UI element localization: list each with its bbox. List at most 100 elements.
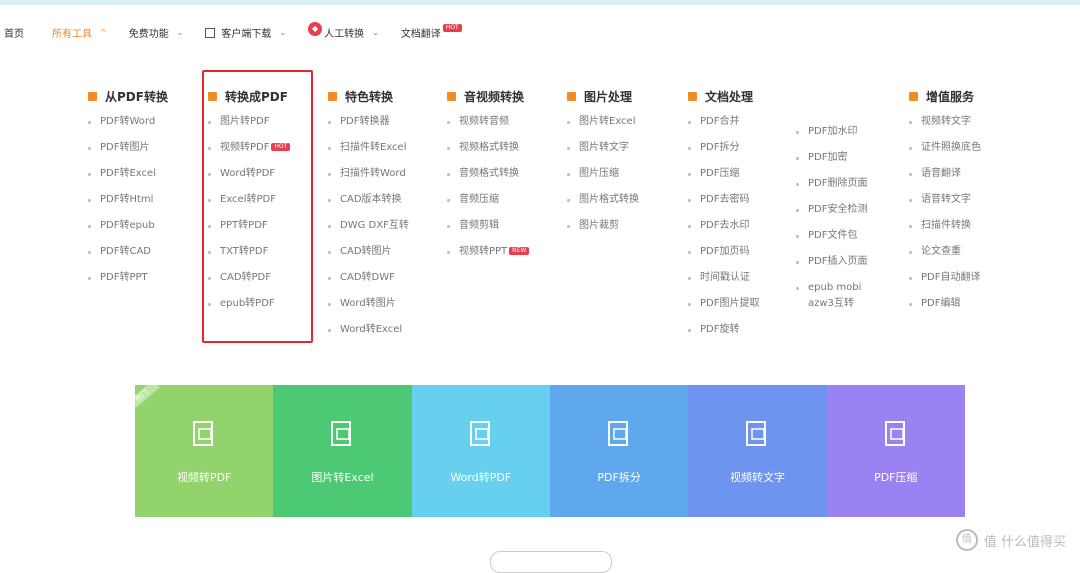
menu-item[interactable]: PDF合并 (688, 114, 759, 140)
menu-item-label: 视频转文字 (921, 116, 971, 127)
nav-home[interactable]: 首页 (4, 25, 24, 40)
menu-item[interactable]: PDF加页码 (688, 244, 759, 270)
video-icon (447, 91, 456, 101)
scroll-pill[interactable] (490, 551, 612, 573)
menu-item[interactable]: 视频转音频 (447, 114, 529, 140)
menu-item-label: DWG DXF互转 (340, 220, 409, 231)
menu-item-label: PDF插入页面 (808, 256, 868, 267)
column-title-text: 从PDF转换 (105, 89, 168, 104)
menu-item[interactable]: 语音转文字 (909, 192, 981, 218)
feature-card[interactable]: Word转PDF (411, 385, 550, 517)
menu-item[interactable]: DWG DXF互转 (328, 218, 409, 244)
menu-item[interactable]: 视频格式转换 (447, 140, 529, 166)
chevron-down-icon: ⌄ (372, 28, 379, 37)
menu-item[interactable]: PDF转Word (88, 114, 168, 140)
menu-item[interactable]: PDF插入页面 (796, 254, 868, 280)
menu-item[interactable]: PDF转换器 (328, 114, 409, 140)
menu-item[interactable]: 视频转文字 (909, 114, 981, 140)
menu-item[interactable]: 音频剪辑 (447, 218, 529, 244)
menu-item-label: CAD转图片 (340, 246, 392, 257)
nav-manual-conversion[interactable]: ◆ 人工转换 ⌄ (308, 21, 379, 40)
menu-item[interactable]: 图片转Excel (567, 114, 639, 140)
menu-item-label: CAD版本转换 (340, 194, 402, 205)
menu-item[interactable]: 图片裁剪 (567, 218, 639, 244)
column-title-text: 特色转换 (345, 89, 394, 104)
menu-item[interactable]: CAD转图片 (328, 244, 409, 270)
menu-item[interactable]: 图片格式转换 (567, 192, 639, 218)
nav-doc-translate[interactable]: 文档翻译 HOT (401, 23, 462, 40)
menu-item-label: PDF去密码 (700, 194, 750, 205)
download-icon (205, 27, 216, 38)
nav-client-download[interactable]: 客户端下载 ⌄ (205, 25, 286, 40)
nav-home-label: 首页 (4, 29, 24, 40)
menu-item[interactable]: PDF编辑 (909, 296, 981, 322)
nav-free-features-label: 免费功能 (128, 29, 169, 40)
menu-item[interactable]: PDF文件包 (796, 228, 868, 254)
feature-card[interactable]: PDF拆分 (549, 385, 689, 517)
menu-item-label: 图片转文字 (579, 142, 629, 153)
menu-item[interactable]: epub mobi azw3互转 (796, 280, 868, 309)
menu-item[interactable]: PDF旋转 (688, 322, 759, 348)
menu-item[interactable]: Word转Excel (328, 322, 409, 348)
menu-item[interactable]: PDF转PPT (88, 270, 168, 296)
feature-card-label: Word转PDF (450, 471, 512, 484)
menu-item[interactable]: 扫描件转Excel (328, 140, 409, 166)
feature-card[interactable]: 图片转Excel (273, 385, 412, 517)
menu-item[interactable]: PDF压缩 (688, 166, 759, 192)
pdf-compress-icon (884, 421, 905, 446)
hot-ribbon: 热门 (135, 385, 175, 407)
menu-item[interactable]: 图片转文字 (567, 140, 639, 166)
menu-item-label: epub mobi azw3互转 (808, 282, 862, 309)
column-title: 音视频转换 (447, 88, 529, 104)
column-title: 增值服务 (909, 88, 981, 104)
menu-item[interactable]: PDF删除页面 (796, 176, 868, 202)
feature-card[interactable]: 热门 视频转PDF (135, 385, 274, 517)
menu-item[interactable]: PDF图片提取 (688, 296, 759, 322)
menu-item-label: PDF删除页面 (808, 178, 868, 189)
menu-item[interactable]: PDF转Excel (88, 166, 168, 192)
menu-item[interactable]: PDF自动翻译 (909, 270, 981, 296)
menu-item[interactable]: PDF拆分 (688, 140, 759, 166)
fire-icon: ◆ (308, 21, 323, 36)
menu-item-label: PDF加页码 (700, 246, 750, 257)
menu-item[interactable]: 扫描件转换 (909, 218, 981, 244)
menu-item[interactable]: Word转图片 (328, 296, 409, 322)
menu-item[interactable]: 语音翻译 (909, 166, 981, 192)
menu-item[interactable]: 视频转PPT NEW (447, 244, 530, 270)
menu-item[interactable]: PDF转Html (88, 192, 168, 218)
video-text-icon (746, 421, 767, 446)
menu-item[interactable]: PDF转CAD (88, 244, 168, 270)
menu-item-label: PDF转CAD (100, 246, 152, 257)
menu-item[interactable]: PDF去密码 (688, 192, 759, 218)
feature-card[interactable]: 视频转文字 (688, 385, 827, 517)
menu-item-label: PDF转PPT (100, 272, 148, 283)
menu-item[interactable]: 音频压缩 (447, 192, 529, 218)
nav-all-tools-label: 所有工具 (52, 29, 92, 40)
menu-item-label: 图片格式转换 (579, 194, 639, 205)
menu-item-label: 音频格式转换 (459, 168, 519, 179)
menu-item-label: 图片裁剪 (579, 220, 619, 231)
feature-cards: 热门 视频转PDF 图片转Excel Word转PDF PDF拆分 视频转文字 PDF压缩 (135, 385, 965, 517)
menu-item[interactable]: PDF去水印 (688, 218, 759, 244)
menu-item[interactable]: 时间戳认证 (688, 270, 759, 296)
nav-all-tools[interactable]: 所有工具 ^ (52, 25, 107, 40)
menu-item[interactable]: CAD版本转换 (328, 192, 409, 218)
column-title-text: 音视频转换 (464, 89, 525, 104)
menu-item[interactable]: 音频格式转换 (447, 166, 529, 192)
menu-item[interactable]: 扫描件转Word (328, 166, 409, 192)
menu-item[interactable]: PDF转图片 (88, 140, 168, 166)
menu-item-label: PDF文件包 (808, 230, 858, 241)
menu-item[interactable]: CAD转DWF (328, 270, 409, 296)
menu-item-label: PDF转Html (100, 194, 154, 205)
menu-item-label: 音频剪辑 (459, 220, 499, 231)
menu-item[interactable]: PDF加水印 (796, 124, 868, 150)
menu-item[interactable]: 论文查重 (909, 244, 981, 270)
menu-item-label: 扫描件转Word (340, 168, 406, 179)
menu-item[interactable]: PDF加密 (796, 150, 868, 176)
feature-card[interactable]: PDF压缩 (826, 385, 965, 517)
menu-item[interactable]: PDF安全检测 (796, 202, 868, 228)
nav-free-features[interactable]: 免费功能 ⌄ (129, 25, 184, 40)
menu-item[interactable]: 图片压缩 (567, 166, 639, 192)
menu-item[interactable]: 证件照换底色 (909, 140, 981, 166)
menu-item[interactable]: PDF转epub (88, 218, 168, 244)
